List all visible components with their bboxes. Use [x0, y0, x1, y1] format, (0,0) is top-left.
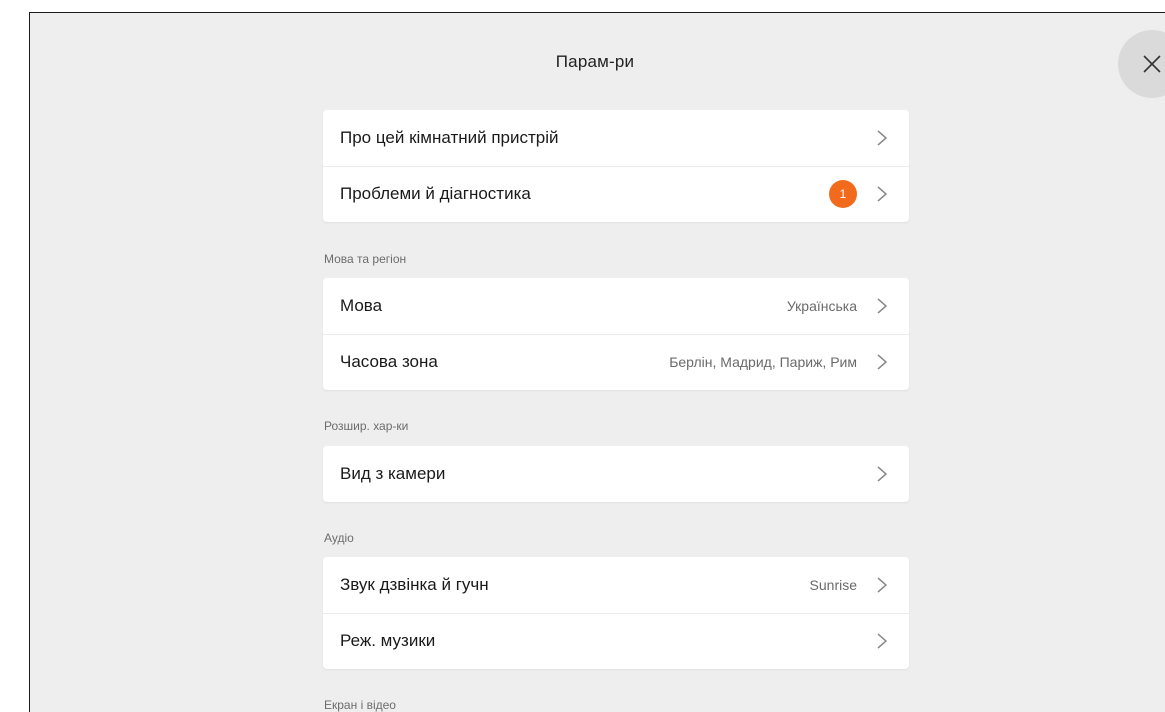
section-heading-language-region: Мова та регіон [324, 252, 407, 266]
row-value: Sunrise [809, 577, 857, 593]
settings-card-general: Про цей кімнатний пристрій Проблеми й ді… [323, 110, 909, 222]
settings-card-audio: Звук дзвінка й гучн Sunrise Реж. музики [323, 557, 909, 669]
row-value: Берлін, Мадрид, Париж, Рим [669, 354, 857, 370]
section-heading-audio: Аудіо [324, 531, 354, 545]
row-music-mode[interactable]: Реж. музики [323, 613, 909, 669]
row-label: Про цей кімнатний пристрій [340, 128, 559, 147]
row-label: Реж. музики [340, 631, 436, 650]
page-title: Парам-ри [555, 52, 635, 71]
section-heading-advanced: Розшир. хар-ки [324, 419, 409, 433]
chevron-right-icon [877, 130, 888, 146]
chevron-right-icon [877, 298, 888, 314]
row-label: Вид з камери [340, 464, 446, 483]
row-value: Українська [786, 298, 857, 314]
row-ringtone-volume[interactable]: Звук дзвінка й гучн Sunrise [323, 557, 909, 613]
row-label: Мова [340, 296, 383, 315]
row-time-zone[interactable]: Часова зона Берлін, Мадрид, Париж, Рим [323, 334, 909, 390]
settings-card-advanced: Вид з камери [323, 446, 909, 502]
settings-screen: Парам-ри Про цей кімнатний пристрій Проб… [0, 0, 1165, 712]
row-about-device[interactable]: Про цей кімнатний пристрій [323, 110, 909, 166]
settings-card-language-region: Мова Українська Часова зона Берлін, Мадр… [323, 278, 909, 390]
row-language[interactable]: Мова Українська [323, 278, 909, 334]
chevron-right-icon [877, 577, 888, 593]
section-heading-display-video: Екран і відео [324, 698, 396, 712]
chevron-right-icon [877, 466, 888, 482]
issue-count-badge: 1 [829, 180, 857, 208]
row-label: Часова зона [340, 352, 438, 371]
close-icon [1143, 55, 1161, 73]
chevron-right-icon [877, 354, 888, 370]
row-label: Проблеми й діагностика [340, 184, 531, 203]
row-label: Звук дзвінка й гучн [340, 575, 489, 594]
row-camera-view[interactable]: Вид з камери [323, 446, 909, 502]
row-issues-diagnostics[interactable]: Проблеми й діагностика 1 [323, 166, 909, 222]
chevron-right-icon [877, 186, 888, 202]
chevron-right-icon [877, 633, 888, 649]
